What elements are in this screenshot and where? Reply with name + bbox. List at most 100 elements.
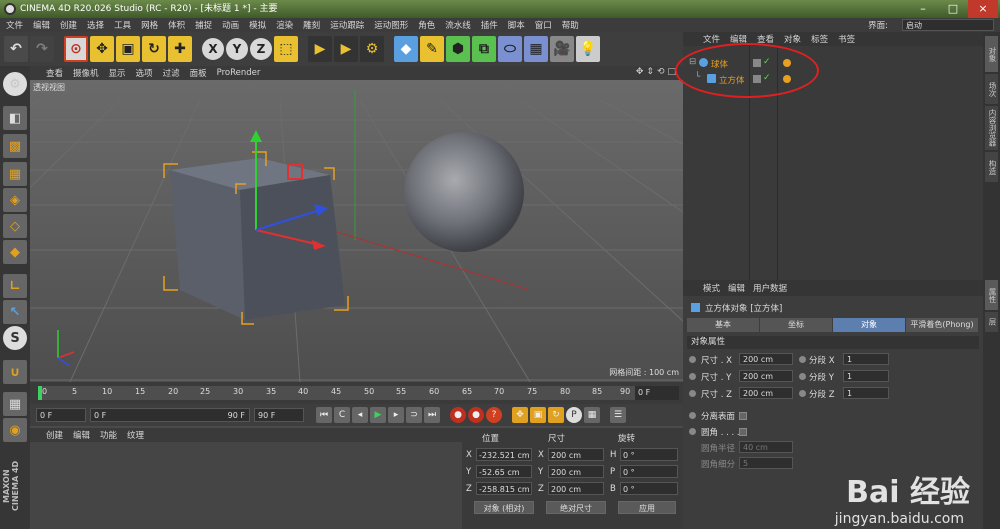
size-x-input[interactable]: 200 cm xyxy=(739,353,793,365)
coordinate-system-icon[interactable]: ⬚ xyxy=(274,36,298,62)
am-menu-mode[interactable]: 模式 xyxy=(703,282,720,294)
menu-file[interactable]: 文件 xyxy=(6,19,23,31)
segments-y-input[interactable]: 1 xyxy=(843,370,889,382)
next-frame-icon[interactable]: ▸ xyxy=(388,407,404,423)
render-view-icon[interactable]: ▶ xyxy=(308,36,332,62)
pen-spline-icon[interactable]: ✎ xyxy=(420,36,444,62)
size-mode-dropdown[interactable]: 绝对尺寸 xyxy=(546,501,606,514)
tab-object[interactable]: 对象 xyxy=(833,318,906,332)
size-z-field[interactable]: 200 cm xyxy=(548,482,604,495)
floor-environment-icon[interactable]: ▦ xyxy=(524,36,548,62)
menu-plugins[interactable]: 插件 xyxy=(481,19,498,31)
layout-select[interactable]: 启动 xyxy=(902,19,994,31)
menu-motion-tracking[interactable]: 运动跟踪 xyxy=(330,19,364,31)
camera-icon[interactable]: 🎥 xyxy=(550,36,574,62)
parameter-key-icon[interactable]: P xyxy=(566,407,582,423)
make-editable-icon[interactable]: ⚙ xyxy=(3,72,27,96)
side-tab-attributes[interactable]: 属性 xyxy=(985,280,998,310)
segments-z-input[interactable]: 1 xyxy=(843,387,889,399)
om-menu-bookmarks[interactable]: 书签 xyxy=(838,33,855,45)
viewport-navigation-icons[interactable]: ✥⇕⟲□ xyxy=(636,67,679,77)
viewport-menu-prorender[interactable]: ProRender xyxy=(217,68,261,78)
close-button[interactable]: × xyxy=(968,0,998,18)
menu-tools[interactable]: 工具 xyxy=(114,19,131,31)
previous-frame-icon[interactable]: ◂ xyxy=(352,407,368,423)
go-to-start-icon[interactable]: ⏮ xyxy=(316,407,332,423)
side-tab-content-browser[interactable]: 内容浏览器 xyxy=(985,106,998,150)
viewport-menu-options[interactable]: 选项 xyxy=(136,67,153,79)
material-menu-texture[interactable]: 纹理 xyxy=(127,429,144,441)
texture-mode-icon[interactable]: ▩ xyxy=(3,134,27,158)
size-x-field[interactable]: 200 cm xyxy=(548,448,604,461)
menu-select[interactable]: 选择 xyxy=(87,19,104,31)
fillet-checkbox[interactable] xyxy=(739,428,747,436)
timeline[interactable]: 0 5 10 15 20 25 30 35 40 45 50 55 60 65 … xyxy=(30,382,683,404)
polygons-mode-icon[interactable]: ◆ xyxy=(3,240,27,264)
magnet-icon[interactable]: ∪ xyxy=(3,360,27,384)
separate-surfaces-checkbox[interactable] xyxy=(739,412,747,420)
menu-character[interactable]: 角色 xyxy=(418,19,435,31)
start-frame-field[interactable]: 0 F xyxy=(36,408,86,422)
position-z-field[interactable]: -258.815 cm xyxy=(476,482,532,495)
live-selection-tool-icon[interactable]: ⊙ xyxy=(64,36,88,62)
position-y-field[interactable]: -52.65 cm xyxy=(476,465,532,478)
deformer-icon[interactable]: ⬭ xyxy=(498,36,522,62)
om-menu-objects[interactable]: 对象 xyxy=(784,33,801,45)
tab-basic[interactable]: 基本 xyxy=(687,318,760,332)
perspective-viewport[interactable]: 透视视图 网格间距 : 100 cm xyxy=(30,80,683,382)
soft-selection-icon[interactable]: ◉ xyxy=(3,418,27,442)
menu-animate[interactable]: 动画 xyxy=(222,19,239,31)
record-active-objects-icon[interactable]: ● xyxy=(450,407,466,423)
om-menu-file[interactable]: 文件 xyxy=(703,33,720,45)
menu-help[interactable]: 帮助 xyxy=(562,19,579,31)
timeline-window-icon[interactable]: ☰ xyxy=(610,407,626,423)
minimize-button[interactable]: – xyxy=(908,0,938,18)
undo-button[interactable]: ↶ xyxy=(4,36,28,62)
maximize-button[interactable]: □ xyxy=(938,0,968,18)
workplane-mode-icon[interactable]: ▦ xyxy=(3,162,27,186)
edges-mode-icon[interactable]: ◇ xyxy=(3,214,27,238)
position-key-icon[interactable]: ✥ xyxy=(512,407,528,423)
render-settings-icon[interactable]: ⚙ xyxy=(360,36,384,62)
rotation-h-field[interactable]: 0 ° xyxy=(620,448,678,461)
viewport-menu-panel[interactable]: 面板 xyxy=(190,67,207,79)
viewport-menu-display[interactable]: 显示 xyxy=(109,67,126,79)
material-manager-area[interactable] xyxy=(30,442,462,529)
side-tab-objects[interactable]: 对象 xyxy=(985,36,998,72)
menu-mograph[interactable]: 运动图形 xyxy=(374,19,408,31)
segments-x-input[interactable]: 1 xyxy=(843,353,889,365)
tweak-mode-icon[interactable]: ↖ xyxy=(3,300,27,324)
material-menu-create[interactable]: 创建 xyxy=(46,429,63,441)
apply-button[interactable]: 应用 xyxy=(618,501,676,514)
coordinate-mode-dropdown[interactable]: 对象 (相对) xyxy=(474,501,534,514)
move-tool-icon[interactable]: ✥ xyxy=(90,36,114,62)
scale-key-icon[interactable]: ▣ xyxy=(530,407,546,423)
size-y-input[interactable]: 200 cm xyxy=(739,370,793,382)
points-mode-icon[interactable]: ◈ xyxy=(3,188,27,212)
x-axis-lock-button[interactable]: X xyxy=(202,38,224,60)
menu-pipeline[interactable]: 流水线 xyxy=(445,19,471,31)
menu-snap[interactable]: 捕捉 xyxy=(195,19,212,31)
current-frame-field[interactable]: 0 F xyxy=(635,386,679,400)
menu-create[interactable]: 创建 xyxy=(60,19,77,31)
keyframe-selection-icon[interactable]: ? xyxy=(486,407,502,423)
size-y-field[interactable]: 200 cm xyxy=(548,465,604,478)
z-axis-lock-button[interactable]: Z xyxy=(250,38,272,60)
previous-key-icon[interactable]: C xyxy=(334,407,350,423)
viewport-menu-filter[interactable]: 过滤 xyxy=(163,67,180,79)
light-icon[interactable]: 💡 xyxy=(576,36,600,62)
menu-simulate[interactable]: 模拟 xyxy=(249,19,266,31)
render-to-picture-viewer-icon[interactable]: ▶ xyxy=(334,36,358,62)
menu-render[interactable]: 渲染 xyxy=(276,19,293,31)
rotate-tool-icon[interactable]: ↻ xyxy=(142,36,166,62)
next-key-icon[interactable]: ⊃ xyxy=(406,407,422,423)
om-menu-tags[interactable]: 标签 xyxy=(811,33,828,45)
play-forward-icon[interactable]: ▶ xyxy=(370,407,386,423)
rotation-p-field[interactable]: 0 ° xyxy=(620,465,678,478)
menu-volume[interactable]: 体积 xyxy=(168,19,185,31)
menu-sculpt[interactable]: 雕刻 xyxy=(303,19,320,31)
menu-edit[interactable]: 编辑 xyxy=(33,19,50,31)
position-x-field[interactable]: -232.521 cm xyxy=(476,448,532,461)
tab-phong[interactable]: 平滑着色(Phong) xyxy=(906,318,979,332)
rotation-b-field[interactable]: 0 ° xyxy=(620,482,678,495)
